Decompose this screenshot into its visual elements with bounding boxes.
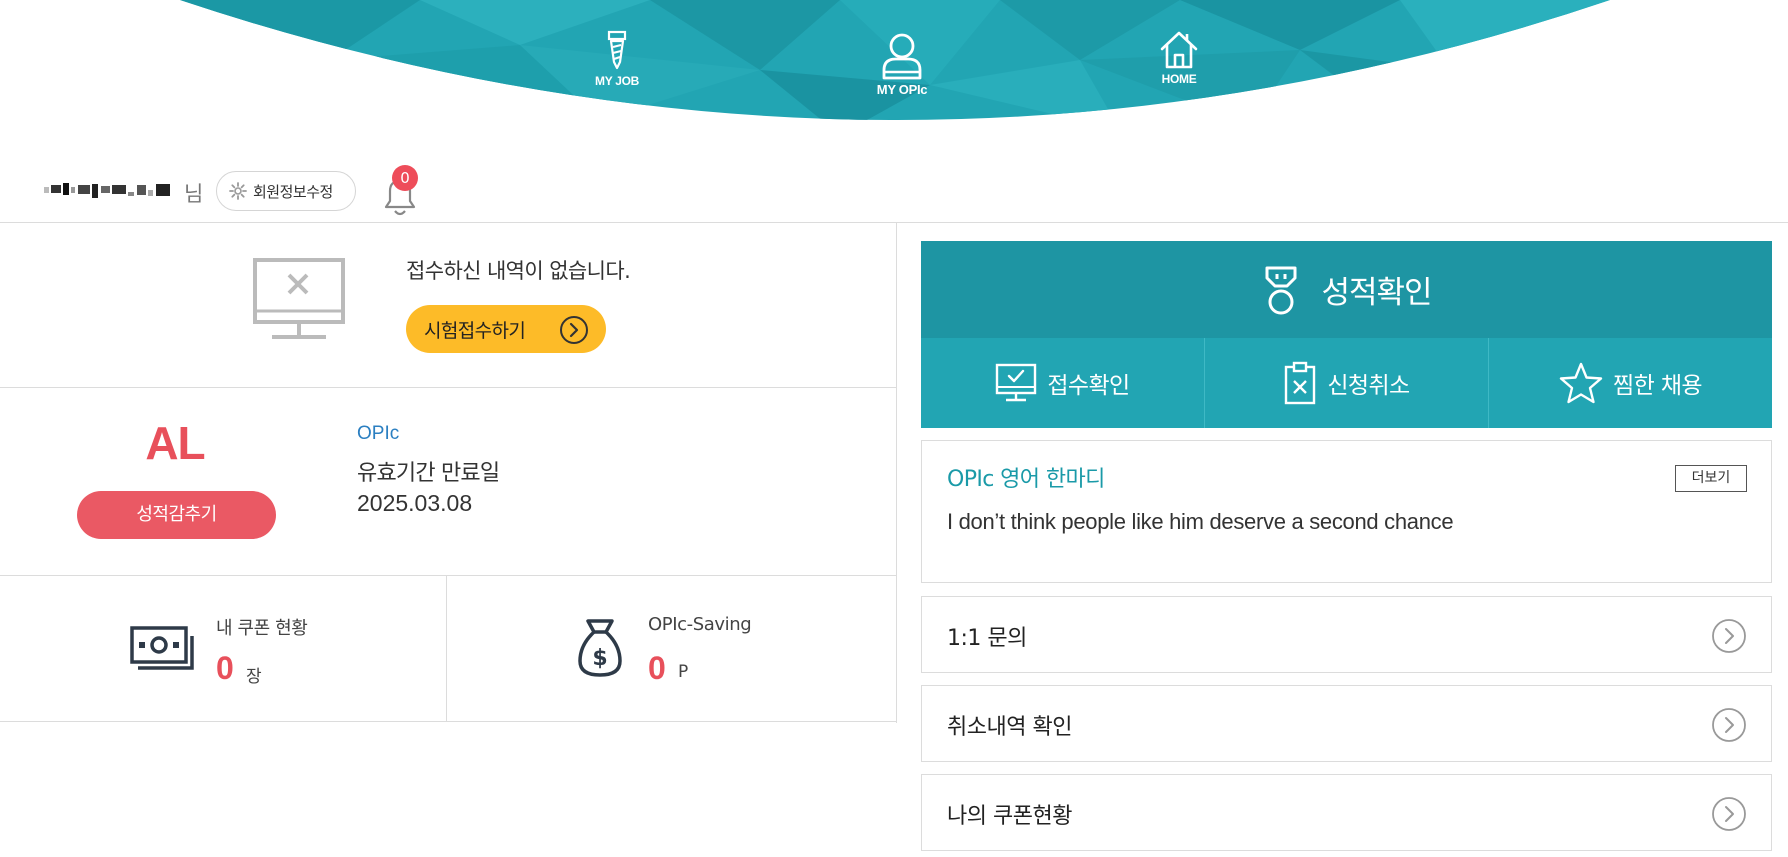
validity-label: 유효기간 만료일 bbox=[357, 461, 500, 486]
monitor-x-icon bbox=[253, 258, 345, 339]
link-label: 취소내역 확인 bbox=[947, 715, 1072, 740]
grade-level: AL bbox=[145, 417, 205, 469]
saving-unit: P bbox=[678, 662, 689, 682]
phrase-title: OPIc 영어 한마디 bbox=[947, 467, 1105, 492]
nav-home-label: HOME bbox=[1161, 72, 1197, 86]
quick-link-saved-jobs[interactable]: 찜한 채용 bbox=[1489, 338, 1772, 428]
user-icon bbox=[882, 33, 922, 80]
grade-check-button[interactable]: 성적확인 bbox=[921, 241, 1772, 338]
coupon-unit: 장 bbox=[246, 667, 262, 687]
panel-divider bbox=[896, 223, 897, 723]
wallet-section: 내 쿠폰 현황 0 장 $ OPIc-Saving 0 P bbox=[0, 576, 897, 722]
chevron-right-circle-icon bbox=[1712, 619, 1746, 653]
link-label: 나의 쿠폰현황 bbox=[947, 804, 1072, 829]
tie-icon bbox=[607, 30, 627, 70]
saving-title: OPIc-Saving bbox=[648, 614, 752, 635]
coupon-value: 0 bbox=[216, 650, 234, 686]
svg-text:$: $ bbox=[592, 646, 607, 671]
grade-section: AL 성적감추기 OPIc 유효기간 만료일 2025.03.08 bbox=[0, 388, 897, 576]
link-inquiry[interactable]: 1:1 문의 bbox=[921, 596, 1772, 673]
coupon-title: 내 쿠폰 현황 bbox=[216, 618, 308, 639]
exam-type: OPIc bbox=[357, 423, 400, 444]
link-my-coupons[interactable]: 나의 쿠폰현황 bbox=[921, 774, 1772, 851]
wallet-divider bbox=[446, 576, 447, 722]
empty-application-message: 접수하신 내역이 없습니다. bbox=[406, 259, 631, 283]
application-status-section: 접수하신 내역이 없습니다. 시험접수하기 bbox=[0, 223, 897, 388]
quick-links: 접수확인 신청취소 찜한 채용 bbox=[921, 338, 1772, 428]
nav-home[interactable]: HOME bbox=[1147, 30, 1211, 86]
quick-link-cancel-application[interactable]: 신청취소 bbox=[1205, 338, 1489, 428]
home-icon bbox=[1160, 31, 1198, 69]
money-icon bbox=[130, 626, 194, 670]
nav-my-opic-label: MY OPIc bbox=[876, 82, 928, 97]
user-suffix: 님 bbox=[184, 182, 204, 206]
apply-exam-label: 시험접수하기 bbox=[424, 319, 526, 342]
hide-grade-button[interactable]: 성적감추기 bbox=[77, 491, 276, 539]
chevron-right-circle-icon bbox=[1712, 797, 1746, 831]
link-cancellation-history[interactable]: 취소내역 확인 bbox=[921, 685, 1772, 762]
nav-my-job-label: MY JOB bbox=[595, 74, 639, 88]
notification-badge: 0 bbox=[392, 165, 418, 191]
more-button[interactable]: 더보기 bbox=[1675, 465, 1747, 492]
nav-my-job[interactable]: MY JOB bbox=[585, 30, 649, 88]
nav-my-opic[interactable]: MY OPIc bbox=[865, 32, 939, 97]
left-panel: 접수하신 내역이 없습니다. 시험접수하기 AL 성적감추기 OPIc 유효기간… bbox=[0, 223, 897, 723]
chevron-right-circle-icon bbox=[1712, 708, 1746, 742]
apply-exam-button[interactable]: 시험접수하기 bbox=[406, 305, 606, 353]
gear-icon bbox=[229, 182, 247, 200]
clipboard-x-icon bbox=[1285, 361, 1316, 405]
quick-link-label: 찜한 채용 bbox=[1613, 373, 1703, 399]
monitor-check-icon bbox=[996, 363, 1037, 402]
quick-link-application-check[interactable]: 접수확인 bbox=[921, 338, 1205, 428]
user-bar: 님 회원정보수정 0 bbox=[0, 165, 1788, 220]
quick-link-label: 접수확인 bbox=[1047, 373, 1130, 399]
phrase-text: I don’t think people like him deserve a … bbox=[947, 509, 1454, 534]
validity-date: 2025.03.08 bbox=[357, 490, 473, 516]
grade-check-label: 성적확인 bbox=[1321, 275, 1432, 311]
link-label: 1:1 문의 bbox=[947, 626, 1027, 651]
english-phrase-card: OPIc 영어 한마디 더보기 I don’t think people lik… bbox=[921, 440, 1772, 583]
medal-icon bbox=[1265, 266, 1297, 314]
edit-profile-label: 회원정보수정 bbox=[253, 182, 333, 201]
edit-profile-button[interactable]: 회원정보수정 bbox=[216, 171, 356, 211]
money-bag-icon: $ bbox=[578, 619, 622, 677]
user-name-masked bbox=[44, 183, 170, 198]
star-icon bbox=[1559, 362, 1603, 404]
quick-link-label: 신청취소 bbox=[1327, 373, 1410, 399]
chevron-right-circle-icon bbox=[560, 316, 588, 344]
saving-value: 0 bbox=[648, 650, 666, 686]
